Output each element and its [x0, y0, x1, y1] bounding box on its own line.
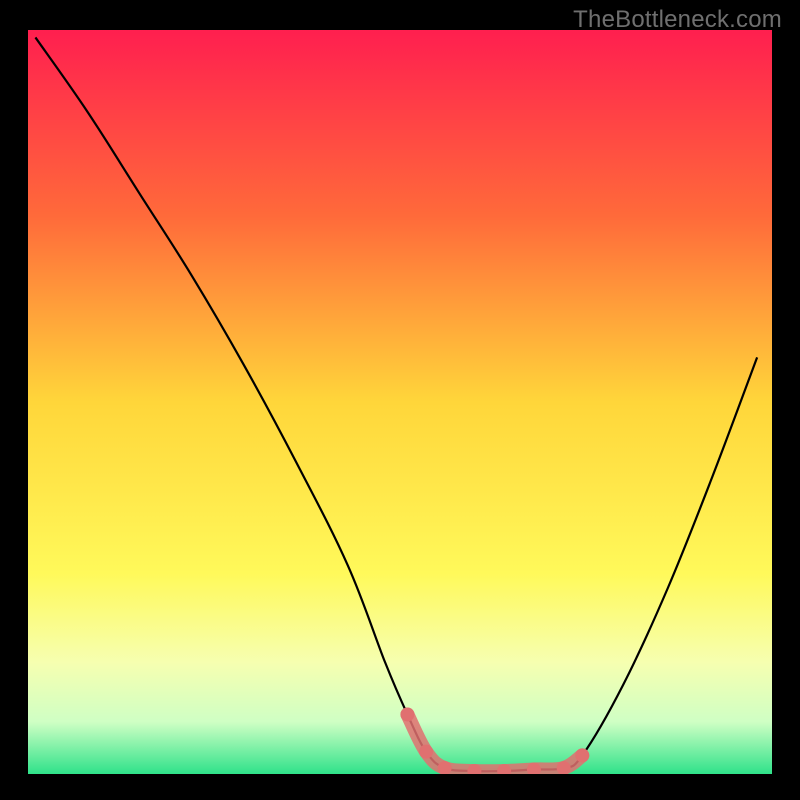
watermark-text: TheBottleneck.com — [573, 6, 782, 34]
highlight-dot — [400, 707, 414, 721]
highlight-dot — [419, 745, 433, 759]
gradient-background — [28, 30, 772, 774]
chart-container: TheBottleneck.com — [0, 0, 800, 800]
plot-area — [28, 30, 772, 774]
highlight-dot — [575, 748, 589, 762]
chart-svg — [28, 30, 772, 774]
